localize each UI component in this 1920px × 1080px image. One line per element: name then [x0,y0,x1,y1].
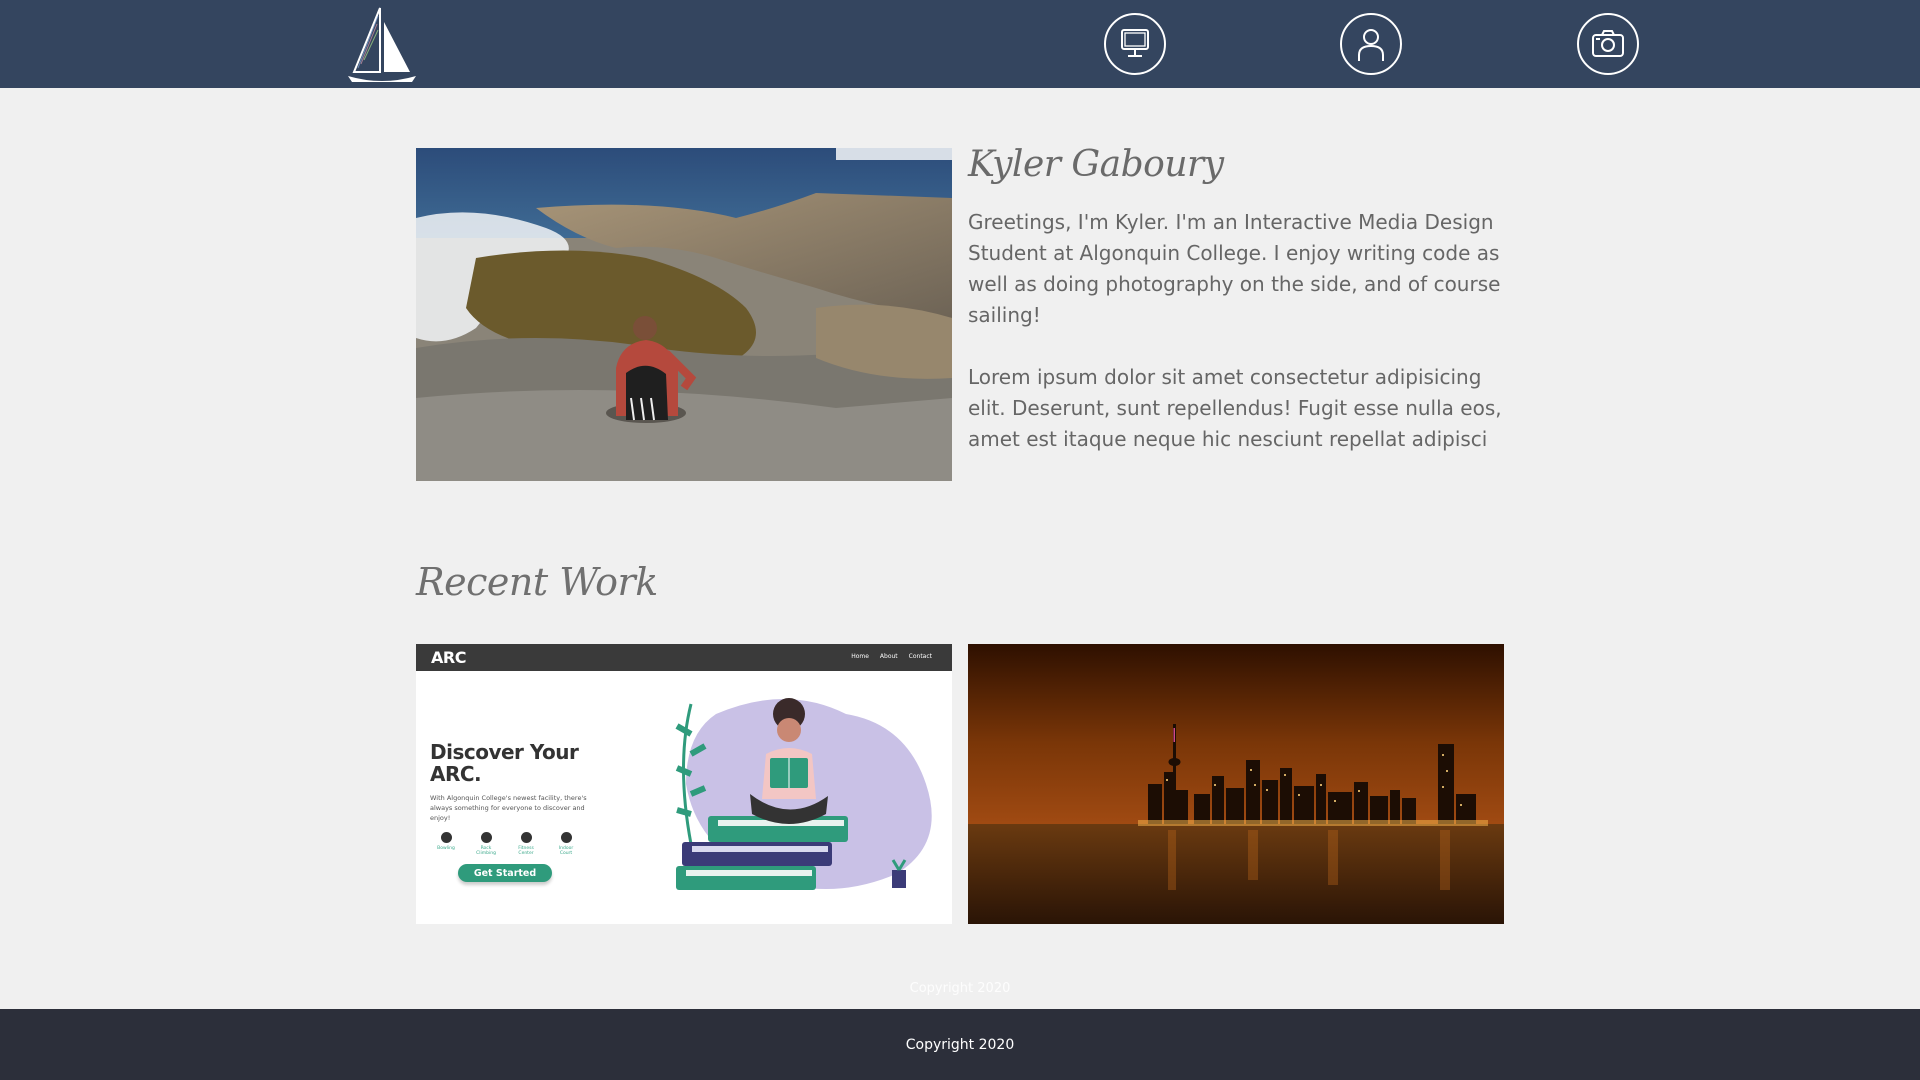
arc-heading: Discover Your ARC. [430,740,579,786]
arc-navbar: ARC Home About Contact [416,644,952,671]
work-card-toronto-skyline[interactable] [968,644,1504,924]
about-body: Lorem ipsum dolor sit amet consectetur a… [968,365,1502,451]
about-intro: Greetings, I'm Kyler. I'm an Interactive… [968,210,1501,327]
recent-work-title: Recent Work [416,560,658,604]
arc-nav-about: About [879,653,898,660]
arc-logo: ARC [431,648,466,667]
arc-get-started-button: Get Started [458,864,552,882]
arc-feature-court: Indoor Court [554,832,578,856]
climbing-icon [480,832,492,843]
bowling-icon [440,832,452,843]
work-card-arc[interactable]: ARC Home About Contact Discover Your ARC… [416,644,952,924]
top-navbar [0,0,1920,88]
arc-feature-climbing: Rock Climbing [474,832,498,856]
about-section: Kyler Gaboury Greetings, I'm Kyler. I'm … [968,144,1508,455]
footer: Copyright 2020 [0,1009,1920,1080]
about-title: Kyler Gaboury [968,144,1224,185]
basketball-icon [560,832,572,843]
arc-nav-links: Home About Contact [851,653,932,660]
copyright-text: Copyright 2020 [905,1036,1015,1053]
arc-features: Bowling Rock Climbing Fitness Center Ind… [434,832,578,856]
arc-nav-contact: Contact [908,653,932,660]
arc-feature-bowling: Bowling [434,832,458,856]
sailboat-logo[interactable] [344,4,420,84]
hero-photo [416,148,952,481]
copyright-ghost: Copyright 2020 [909,981,1011,996]
fitness-icon [520,832,532,843]
computer-icon[interactable] [1104,13,1166,75]
arc-nav-home: Home [851,653,869,660]
reading-illustration [646,674,952,924]
arc-feature-fitness: Fitness Center [514,832,538,856]
camera-icon[interactable] [1577,13,1639,75]
arc-body: With Algonquin College's newest facility… [430,794,587,822]
profile-icon[interactable] [1340,13,1402,75]
